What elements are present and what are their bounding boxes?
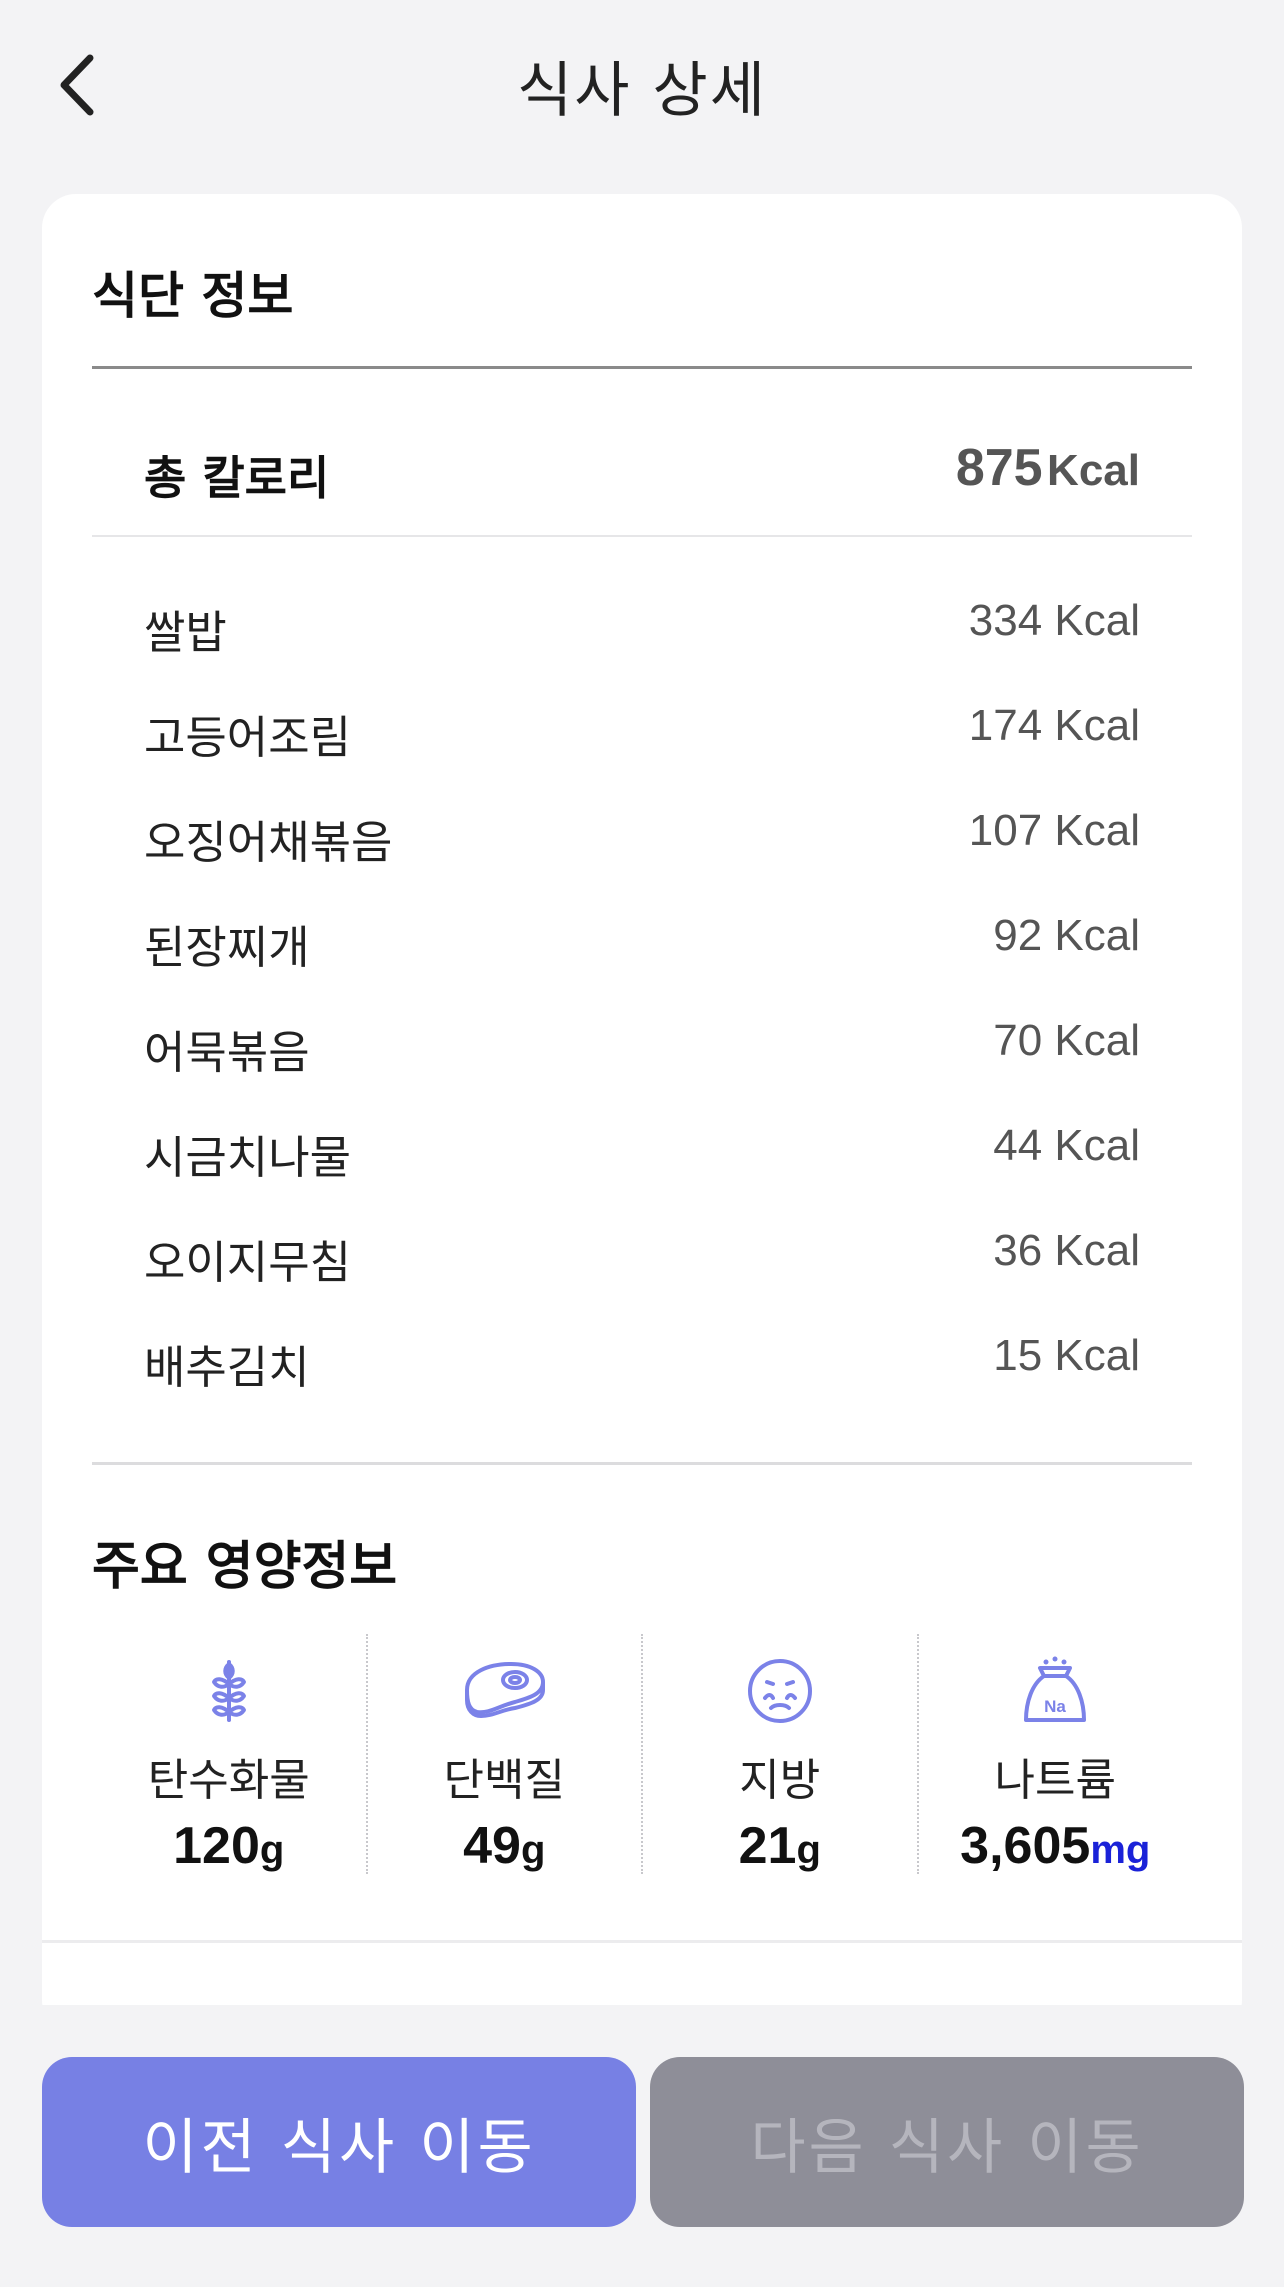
menu-name: 오이지무침 — [144, 1236, 352, 1289]
bottom-bar: 이전 식사 이동 다음 식사 이동 — [0, 2005, 1284, 2287]
header: 식사 상세 — [0, 0, 1284, 175]
total-calorie-number: 875 — [955, 439, 1043, 497]
menu-list: 쌀밥 334 Kcal 고등어조림 174 Kcal 오징어채볶음 107 Kc… — [92, 574, 1192, 1414]
sodium-icon-label: Na — [1044, 1697, 1066, 1716]
nutrition-number: 49 — [463, 1817, 521, 1875]
prev-meal-button[interactable]: 이전 식사 이동 — [42, 2057, 636, 2227]
next-meal-button[interactable]: 다음 식사 이동 — [650, 2057, 1244, 2227]
total-calorie-row: 총 칼로리 875 Kcal — [92, 412, 1192, 528]
nutrition-carbs: 탄수화물 120g — [92, 1634, 366, 1876]
list-item: 어묵볶음 70 Kcal — [92, 994, 1192, 1099]
divider — [92, 366, 1192, 369]
menu-kcal: 334 Kcal — [968, 596, 1140, 645]
nutrition-label: 탄수화물 — [147, 1755, 310, 1806]
nutrition-value: 3,605mg — [919, 1816, 1193, 1876]
salt-bag-icon: Na — [1024, 1656, 1087, 1722]
menu-name: 어묵볶음 — [144, 1026, 310, 1079]
nutrition-unit: g — [796, 1828, 821, 1872]
wheat-icon — [211, 1660, 246, 1722]
nutrition-protein: 단백질 49g — [365, 1634, 642, 1876]
fat-face-icon — [747, 1659, 812, 1723]
nutrition-number: 21 — [738, 1817, 797, 1875]
menu-name: 고등어조림 — [144, 711, 352, 764]
nutrition-label: 지방 — [739, 1755, 821, 1806]
menu-kcal: 44 Kcal — [993, 1121, 1140, 1170]
menu-name: 쌀밥 — [144, 606, 227, 659]
total-calorie-unit: Kcal — [1047, 446, 1140, 495]
list-item: 오이지무침 36 Kcal — [92, 1204, 1192, 1309]
divider — [92, 1462, 1192, 1465]
list-item: 된장찌개 92 Kcal — [92, 889, 1192, 994]
nutrition-unit: g — [259, 1828, 285, 1872]
diet-info-title: 식단 정보 — [92, 267, 294, 325]
menu-kcal: 92 Kcal — [993, 911, 1140, 960]
total-calorie-value: 875 Kcal — [956, 438, 1140, 498]
menu-kcal: 70 Kcal — [993, 1016, 1140, 1065]
list-item: 배추김치 15 Kcal — [92, 1309, 1192, 1414]
nutrition-unit: mg — [1090, 1828, 1151, 1872]
meat-icon — [465, 1662, 546, 1718]
menu-kcal: 174 Kcal — [968, 701, 1140, 750]
nutrition-value: 120g — [92, 1816, 366, 1876]
menu-name: 된장찌개 — [144, 921, 310, 974]
nutrition-label: 단백질 — [443, 1755, 565, 1806]
divider — [42, 1940, 1242, 1943]
nutrition-title: 주요 영양정보 — [92, 1537, 398, 1597]
menu-kcal: 36 Kcal — [993, 1226, 1140, 1275]
menu-name: 시금치나물 — [144, 1131, 352, 1184]
divider — [92, 535, 1192, 537]
total-calorie-label: 총 칼로리 — [144, 451, 330, 505]
nutrition-number: 120 — [173, 1817, 260, 1875]
nutrition-fat: 지방 21g — [641, 1634, 917, 1876]
menu-name: 배추김치 — [144, 1341, 310, 1394]
list-item: 고등어조림 174 Kcal — [92, 679, 1192, 784]
nutrition-value: 21g — [643, 1816, 917, 1876]
nutrition-number: 3,605 — [960, 1817, 1091, 1875]
list-item: 쌀밥 334 Kcal — [92, 574, 1192, 679]
page-title: 식사 상세 — [517, 56, 767, 126]
nutrition-value: 49g — [368, 1816, 642, 1876]
list-item: 시금치나물 44 Kcal — [92, 1099, 1192, 1204]
menu-kcal: 107 Kcal — [968, 806, 1140, 855]
nutrition-sodium: Na 나트륨 3,605mg — [916, 1634, 1193, 1876]
nutrition-summary: 탄수화물 120g 단백질 49g 지방 21g Na 나트륨 3,605mg — [92, 1634, 1193, 1876]
menu-kcal: 15 Kcal — [993, 1331, 1140, 1380]
nutrition-label: 나트륨 — [994, 1755, 1116, 1806]
menu-name: 오징어채볶음 — [144, 816, 393, 869]
meal-detail-card: 식단 정보 총 칼로리 875 Kcal 쌀밥 334 Kcal 고등어조림 1… — [42, 194, 1242, 2034]
nutrition-unit: g — [520, 1828, 546, 1872]
list-item: 오징어채볶음 107 Kcal — [92, 784, 1192, 889]
